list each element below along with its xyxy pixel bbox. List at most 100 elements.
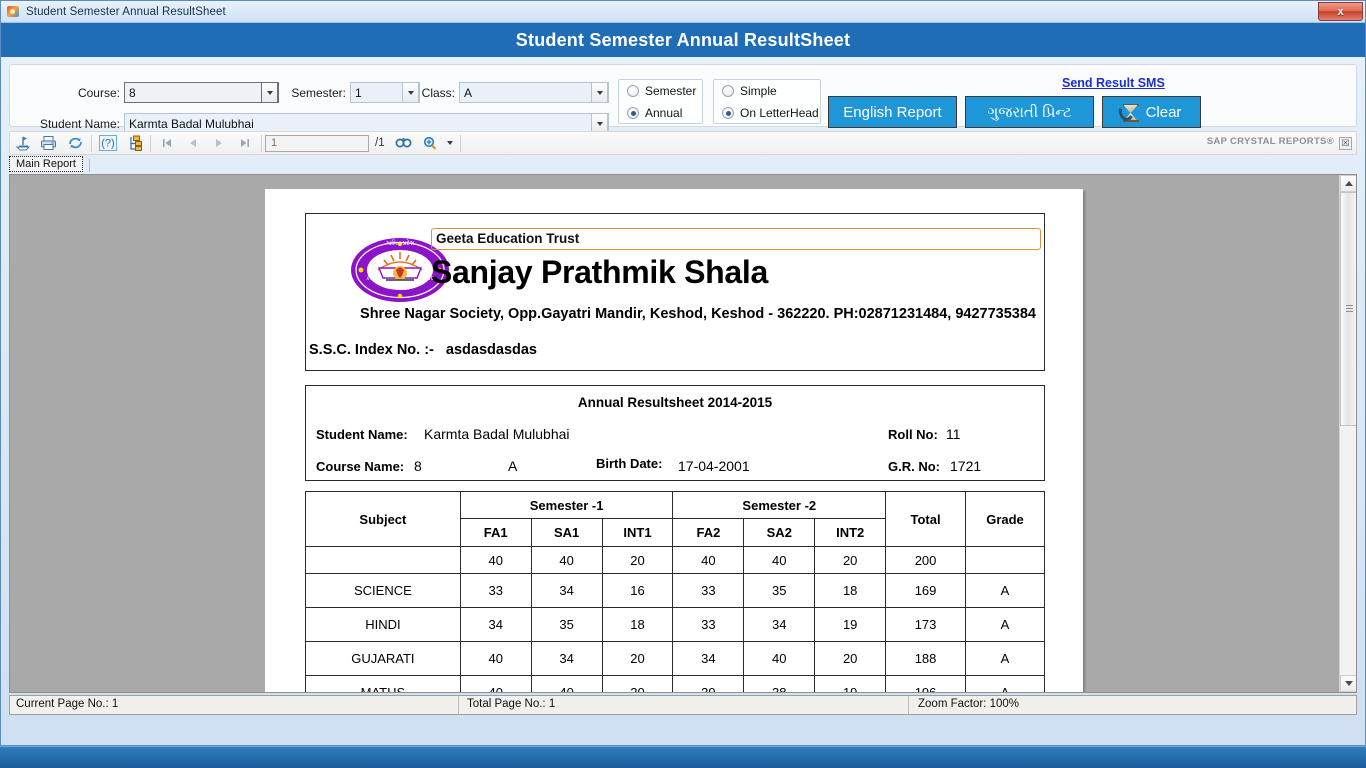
english-report-button[interactable]: English Report (828, 96, 957, 128)
cell-fa1: 40 (459, 641, 532, 676)
birth-date-label: Birth Date: (596, 456, 663, 471)
course-value: 8 (129, 85, 136, 100)
cell-subject: MATHS (305, 675, 461, 692)
chevron-down-icon[interactable] (261, 82, 278, 103)
gujarati-print-label: ગુજરાતી પ્રિન્ટ (987, 103, 1072, 121)
toolbar-close-icon[interactable]: ☒ (1339, 137, 1352, 150)
col-subject: Subject (305, 491, 461, 547)
table-max-marks-row: 40 40 20 40 40 20 200 (305, 546, 1045, 574)
cell-fa1: 40 (459, 675, 532, 692)
cell-grade: A (965, 675, 1045, 692)
col-semester-2: Semester -2 (672, 491, 887, 519)
col-int2: INT2 (814, 518, 887, 547)
page-number-input[interactable]: 1 (265, 134, 369, 152)
cell-sa2: 38 (743, 675, 816, 692)
cell-grade: A (965, 573, 1045, 608)
scroll-up-button[interactable] (1340, 175, 1356, 192)
table-row: GUJARATI 40 34 20 34 40 20 188 A (305, 641, 1045, 676)
col-total: Total (885, 491, 966, 547)
cell-fa2: 39 (672, 675, 745, 692)
max-sa2: 40 (743, 546, 816, 574)
toolbar-divider (459, 134, 461, 152)
max-total: 200 (885, 546, 966, 574)
cell-sa2: 40 (743, 641, 816, 676)
cell-int1: 16 (601, 573, 674, 608)
course-dropdown[interactable]: 8 (124, 82, 279, 103)
cell-sa1: 35 (530, 607, 603, 642)
close-button[interactable]: x (1318, 2, 1363, 21)
find-icon[interactable] (391, 132, 417, 154)
course-name-value: 8 (414, 458, 422, 474)
school-name: Sanjay Prathmik Shala (431, 254, 768, 290)
scroll-down-button[interactable] (1340, 675, 1356, 692)
next-page-icon[interactable] (206, 132, 232, 154)
radio-simple-label: Simple (740, 84, 777, 98)
first-page-icon[interactable] (154, 132, 180, 154)
cell-sa1: 34 (530, 641, 603, 676)
semester-value: 1 (355, 85, 362, 100)
radio-selected-icon (627, 107, 639, 119)
status-divider (908, 696, 909, 714)
clear-button[interactable]: Clear (1102, 96, 1201, 128)
svg-text:અાઇા: અાઇા (391, 285, 409, 292)
page-title: Student Semester Annual ResultSheet (515, 29, 851, 50)
filter-panel: Course: 8 Semester: 1 Class: A Student N… (9, 64, 1357, 134)
report-tabstrip: Main Report (9, 155, 1357, 172)
semester-dropdown[interactable]: 1 (350, 82, 420, 103)
radio-semester[interactable]: Semester (619, 80, 702, 102)
cell-total: 196 (885, 675, 966, 692)
zoom-dropdown-icon[interactable] (443, 132, 457, 154)
cell-grade: A (965, 641, 1045, 676)
letterhead-block: અાઇા કેશ કેશ ગામિત પ્રદેશ Geeta Educatio… (305, 213, 1045, 371)
cell-int1: 20 (601, 675, 674, 692)
cell-fa2: 34 (672, 641, 745, 676)
cell-subject: SCIENCE (305, 573, 461, 608)
ssc-index-label: S.S.C. Index No. :- (309, 342, 434, 358)
scrollbar-thumb[interactable] (1340, 192, 1356, 426)
class-dropdown[interactable]: A (459, 82, 609, 103)
close-icon: x (1337, 5, 1344, 18)
toolbar-divider (261, 134, 262, 152)
chevron-down-icon[interactable] (591, 82, 608, 103)
ssc-index-value: asdasdasdas (445, 342, 537, 358)
zoom-icon[interactable] (417, 132, 443, 154)
previous-page-icon[interactable] (180, 132, 206, 154)
application-window: Student Semester Annual ResultSheet x St… (0, 0, 1366, 746)
gujarati-print-button[interactable]: ગુજરાતી પ્રિન્ટ (965, 96, 1094, 128)
tab-main-report[interactable]: Main Report (9, 156, 83, 172)
radio-simple[interactable]: Simple (714, 80, 820, 102)
group-tree-icon[interactable] (121, 132, 147, 154)
vertical-scrollbar[interactable] (1339, 175, 1356, 692)
radio-annual[interactable]: Annual (619, 102, 702, 124)
table-header-row-1: Subject Semester -1 Semester -2 Total Gr… (305, 491, 1045, 547)
send-result-sms-link[interactable]: Send Result SMS (1062, 76, 1165, 90)
export-icon[interactable] (10, 132, 36, 154)
cell-subject: GUJARATI (305, 641, 461, 676)
marks-table: Subject Semester -1 Semester -2 Total Gr… (305, 491, 1045, 692)
cell-int1: 20 (601, 641, 674, 676)
page-total-label: /1 (375, 137, 385, 149)
print-icon[interactable] (36, 132, 62, 154)
col-sa1: SA1 (530, 518, 603, 547)
svg-text:(?): (?) (101, 138, 114, 150)
last-page-icon[interactable] (232, 132, 258, 154)
trust-name: Geeta Education Trust (436, 231, 580, 246)
zoom-factor-status: Zoom Factor: 100% (918, 698, 1019, 710)
status-divider (458, 696, 459, 714)
total-page-status: Total Page No.: 1 (467, 698, 556, 710)
cell-sa2: 35 (743, 573, 816, 608)
cell-int1: 18 (601, 607, 674, 642)
refresh-icon[interactable] (62, 132, 88, 154)
col-int1: INT1 (601, 518, 674, 547)
radio-on-letterhead[interactable]: On LetterHead (714, 102, 820, 124)
help-icon[interactable]: (?) (95, 132, 121, 154)
class-label: Class: (421, 86, 455, 100)
max-subject (305, 546, 461, 574)
status-bar: Current Page No.: 1 Total Page No.: 1 Zo… (9, 695, 1357, 715)
tab-divider (88, 159, 90, 172)
radio-letterhead-label: On LetterHead (740, 106, 819, 120)
app-icon (6, 4, 21, 19)
semester-label: Semester: (291, 86, 346, 100)
crystal-reports-toolbar: (?) 1 /1 SAP CRYSTAL REPORTS® ☒ (9, 131, 1357, 155)
desktop-taskbar (0, 746, 1366, 768)
